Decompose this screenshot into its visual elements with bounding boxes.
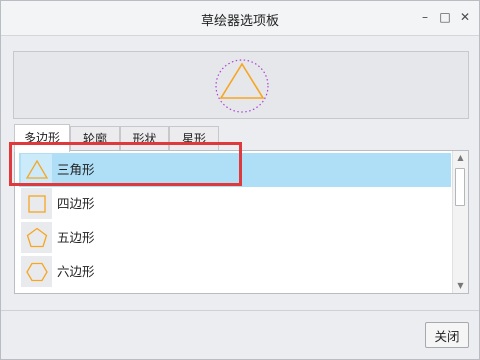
scrollbar-thumb[interactable] <box>455 168 465 206</box>
list-item-icon-box <box>21 256 52 287</box>
list-item-hexagon[interactable]: 六边形 <box>19 255 451 289</box>
list-item-pentagon[interactable]: 五边形 <box>19 221 451 255</box>
tab-profile[interactable]: 轮廓 <box>70 126 120 150</box>
shape-preview-panel <box>13 51 469 119</box>
scroll-down-arrow-icon[interactable]: ▼ <box>453 279 468 293</box>
list-item-icon-box <box>21 222 52 253</box>
title-bar: 草绘器选项板 – □ ✕ <box>1 1 479 36</box>
pentagon-icon <box>26 227 48 248</box>
tab-star[interactable]: 星形 <box>169 126 219 150</box>
vertical-scrollbar[interactable]: ▲ ▼ <box>452 151 468 293</box>
maximize-icon[interactable]: □ <box>438 10 452 24</box>
square-icon <box>28 195 46 213</box>
minimize-icon[interactable]: – <box>418 10 432 24</box>
shape-list: 三角形 四边形 五边形 六边形 ▲ ▼ <box>14 150 469 294</box>
close-button[interactable]: 关闭 <box>425 322 469 348</box>
close-icon[interactable]: ✕ <box>458 10 472 24</box>
tab-shape[interactable]: 形状 <box>120 126 169 150</box>
list-item-label: 四边形 <box>57 196 95 211</box>
list-item-label: 五边形 <box>57 230 95 245</box>
tab-polygon[interactable]: 多边形 <box>14 124 70 152</box>
footer-divider <box>1 310 479 311</box>
scroll-up-arrow-icon[interactable]: ▲ <box>453 151 468 165</box>
triangle-icon <box>26 159 48 179</box>
sketch-palette-window: 草绘器选项板 – □ ✕ 多边形 轮廓 形状 星形 三角形 四边形 五边形 六边… <box>0 0 480 360</box>
hexagon-icon <box>26 262 48 282</box>
list-item-icon-box <box>21 188 52 219</box>
window-title: 草绘器选项板 <box>200 14 279 29</box>
triangle-preview-icon <box>215 59 269 113</box>
list-item-label: 三角形 <box>57 162 95 177</box>
list-item-icon-box <box>21 154 52 185</box>
list-item-quadrilateral[interactable]: 四边形 <box>19 187 451 221</box>
list-item-triangle[interactable]: 三角形 <box>19 153 451 187</box>
list-item-label: 六边形 <box>57 264 95 279</box>
